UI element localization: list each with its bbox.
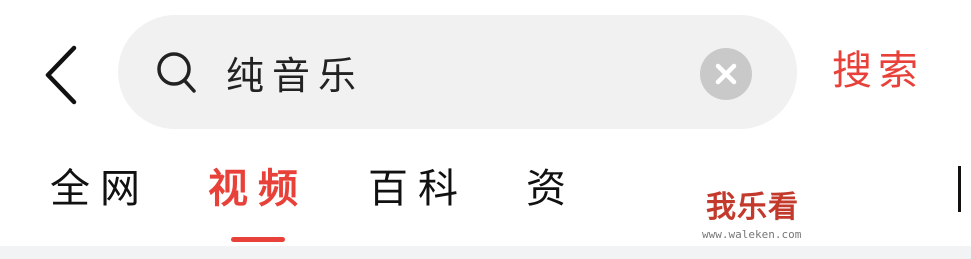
search-box[interactable] [118, 15, 797, 129]
search-button[interactable]: 搜索 [832, 38, 924, 104]
bottom-divider [0, 246, 971, 259]
tab-quanwang[interactable]: 全网 [50, 160, 150, 218]
chevron-left-icon [45, 45, 77, 105]
search-icon [157, 52, 196, 93]
clear-circle-icon [715, 63, 737, 85]
watermark-logo: 我乐看 [706, 190, 799, 225]
clear-search-button[interactable] [700, 48, 752, 100]
tab-zi[interactable]: 资 [526, 160, 576, 218]
tab-partial-offscreen[interactable] [958, 158, 971, 218]
tab-partial-glyph [958, 166, 961, 212]
tab-baike[interactable]: 百科 [368, 160, 468, 218]
tab-shipin[interactable]: 视频 [208, 160, 308, 218]
search-input[interactable] [226, 39, 686, 105]
back-button[interactable] [38, 44, 86, 106]
watermark-url: www.waleken.com [702, 228, 802, 241]
tab-indicator [231, 237, 285, 242]
watermark: 我乐看 www.waleken.com [690, 188, 850, 248]
